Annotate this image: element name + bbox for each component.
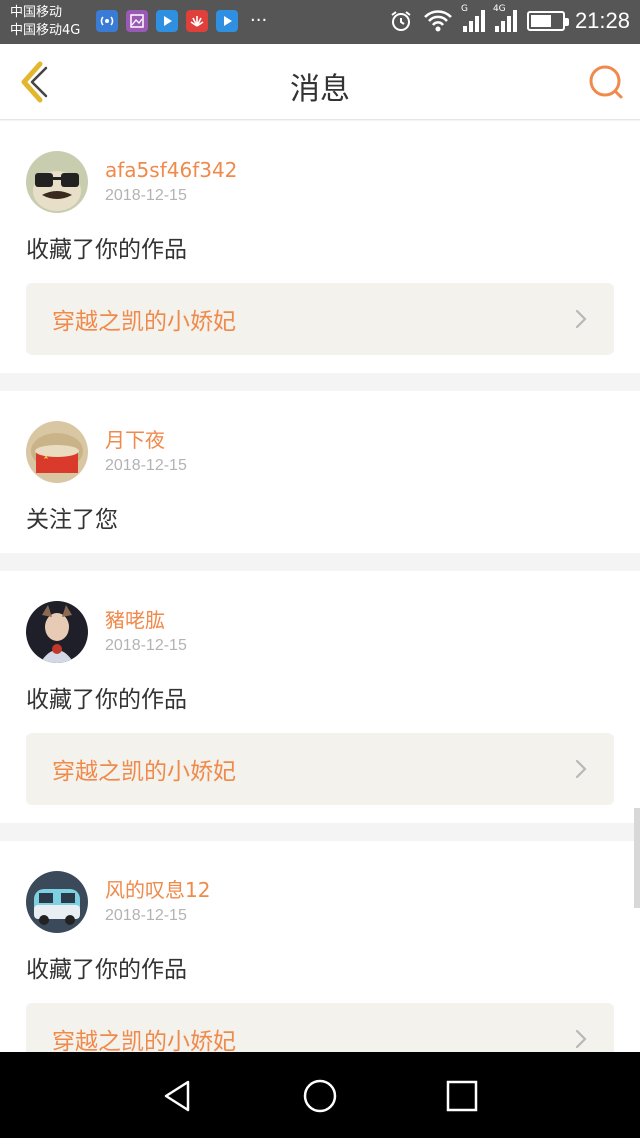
work-title: 穿越之凯的小娇妃: [52, 1029, 236, 1052]
status-right: G 4G 21:28: [389, 4, 630, 34]
search-icon[interactable]: [586, 62, 626, 102]
username[interactable]: 风的叹息12: [105, 877, 210, 903]
avatar[interactable]: [26, 871, 88, 933]
signal-2-label: 4G: [492, 4, 506, 14]
username[interactable]: afa5sf46f342: [105, 157, 237, 183]
message-user-row: 豬咾肱 2018-12-15: [26, 601, 614, 663]
work-link[interactable]: 穿越之凯的小娇妃: [26, 733, 614, 805]
huawei-icon: [186, 10, 208, 32]
work-link[interactable]: 穿越之凯的小娇妃: [26, 1003, 614, 1052]
nav-home-icon[interactable]: [302, 1078, 338, 1114]
clock-time: 21:28: [574, 8, 630, 33]
message-date: 2018-12-15: [105, 187, 187, 204]
status-bar: 中国移动 中国移动4G ··· G 4G 21:28: [0, 0, 640, 44]
message-item: 风的叹息12 2018-12-15 收藏了你的作品 穿越之凯的小娇妃: [0, 841, 640, 1052]
signal-icon-2: 4G: [493, 4, 517, 32]
message-item: 月下夜 2018-12-15 关注了您: [0, 391, 640, 553]
system-nav-bar: [0, 1052, 640, 1138]
work-link[interactable]: 穿越之凯的小娇妃: [26, 283, 614, 355]
carrier-1: 中国移动: [10, 5, 63, 20]
carrier-2: 中国移动4G: [10, 23, 81, 38]
gallery-icon: [126, 10, 148, 32]
message-date: 2018-12-15: [105, 457, 187, 474]
username[interactable]: 豬咾肱: [105, 607, 187, 633]
hotspot-icon: [96, 10, 118, 32]
wifi-icon: [424, 10, 452, 32]
more-notifications-icon: ···: [250, 10, 268, 31]
message-item: 豬咾肱 2018-12-15 收藏了你的作品 穿越之凯的小娇妃: [0, 571, 640, 823]
nav-recents-icon[interactable]: [444, 1078, 480, 1114]
work-title: 穿越之凯的小娇妃: [52, 759, 236, 785]
message-date: 2018-12-15: [105, 907, 187, 924]
message-action: 收藏了你的作品: [26, 237, 187, 263]
battery-icon: [526, 11, 569, 31]
video-app-icon-2: [216, 10, 238, 32]
alarm-icon: [391, 11, 411, 31]
chevron-right-icon: [575, 759, 587, 779]
message-user-row: afa5sf46f342 2018-12-15: [26, 151, 614, 213]
signal-1-label: G: [460, 4, 468, 14]
video-app-icon: [156, 10, 178, 32]
scrollbar[interactable]: [634, 808, 640, 908]
page-title: 消息: [290, 72, 350, 107]
message-item: afa5sf46f342 2018-12-15 收藏了你的作品 穿越之凯的小娇妃: [0, 121, 640, 373]
avatar[interactable]: [26, 601, 88, 663]
username[interactable]: 月下夜: [105, 427, 187, 453]
message-action: 收藏了你的作品: [26, 957, 187, 983]
chevron-right-icon: [575, 1029, 587, 1049]
message-list[interactable]: afa5sf46f342 2018-12-15 收藏了你的作品 穿越之凯的小娇妃: [0, 121, 640, 1052]
chevron-right-icon: [575, 309, 587, 329]
message-action: 关注了您: [26, 507, 118, 533]
app-header: 消息: [0, 44, 640, 120]
avatar[interactable]: [26, 151, 88, 213]
avatar[interactable]: [26, 421, 88, 483]
message-user-row: 月下夜 2018-12-15: [26, 421, 614, 483]
signal-icon-1: G: [461, 4, 485, 32]
notification-icons: ···: [96, 10, 267, 32]
message-action: 收藏了你的作品: [26, 687, 187, 713]
carrier-info: 中国移动 中国移动4G: [10, 4, 80, 40]
work-title: 穿越之凯的小娇妃: [52, 309, 236, 335]
nav-back-icon[interactable]: [160, 1078, 196, 1114]
message-user-row: 风的叹息12 2018-12-15: [26, 871, 614, 933]
message-date: 2018-12-15: [105, 637, 187, 654]
